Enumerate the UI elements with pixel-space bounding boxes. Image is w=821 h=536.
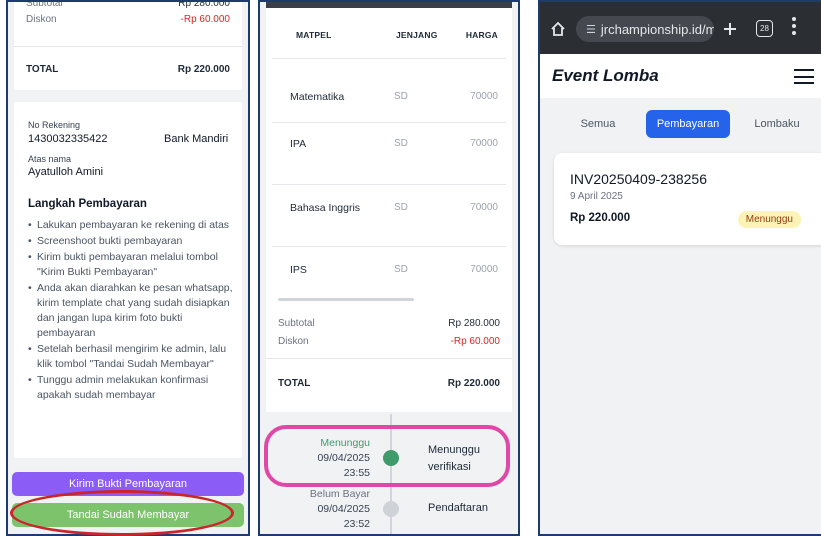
pink-highlight-annotation [264, 425, 510, 487]
subtotal-value: Rp 280.000 [178, 0, 230, 9]
url-text: jrchampionship.id/mem [600, 21, 714, 37]
row-level: SD [394, 264, 408, 275]
address-bar[interactable]: ☰ jrchampionship.id/mem [576, 16, 714, 42]
horizontal-scrollbar[interactable] [278, 298, 414, 301]
row-subject: IPA [290, 138, 307, 150]
row-level: SD [394, 202, 408, 213]
filter-tabs: Semua Pembayaran Lombaku [540, 110, 821, 138]
header-divider [272, 58, 506, 59]
subtotal-label: Subtotal [26, 0, 63, 9]
tab-switcher-icon[interactable]: 28 [756, 20, 773, 37]
timeline-item-unpaid: Belum Bayar 09/04/2025 23:52 [260, 487, 370, 532]
total-row: TOTAL Rp 220.000 [278, 378, 500, 389]
tab-all[interactable]: Semua [562, 110, 634, 138]
row-price: 70000 [470, 138, 498, 149]
invoice-number: INV20250409-238256 [570, 171, 708, 187]
discount-value: -Rp 60.000 [450, 336, 500, 347]
subtotal-row: Subtotal Rp 280.000 [26, 0, 230, 9]
total-value: Rp 220.000 [177, 64, 230, 75]
top-shadow [266, 2, 512, 8]
column-header-subject: MATPEL [296, 30, 332, 40]
payment-steps-list: Lakukan pembayaran ke rekening di atas S… [28, 218, 234, 404]
invoice-date: 9 April 2025 [570, 191, 623, 202]
discount-label: Diskon [26, 14, 57, 25]
timeline-status: Belum Bayar [309, 488, 370, 500]
overflow-menu-icon[interactable] [792, 17, 796, 39]
column-header-level: JENJANG [396, 30, 438, 40]
list-item: Tunggu admin melakukan konfirmasi apakah… [28, 373, 234, 403]
page-title: Event Lomba [552, 66, 659, 85]
timeline-date: 09/04/2025 [317, 503, 370, 515]
timeline-description: Pendaftaran [428, 502, 488, 514]
status-badge: Menunggu [737, 211, 801, 228]
list-item: Screenshoot bukti pembayaran [28, 234, 234, 249]
list-item: Lakukan pembayaran ke rekening di atas [28, 218, 234, 233]
bank-name: Bank Mandiri [164, 133, 229, 145]
discount-label: Diskon [278, 336, 309, 347]
total-row: TOTAL Rp 220.000 [26, 64, 230, 75]
new-tab-icon[interactable] [721, 20, 739, 38]
app-header: Event Lomba [540, 54, 821, 98]
total-value: Rp 220.000 [447, 378, 500, 389]
subtotal-row: Subtotal Rp 280.000 [278, 318, 500, 329]
row-divider [272, 122, 506, 123]
row-level: SD [394, 91, 408, 102]
timeline-dot-inactive [383, 501, 399, 517]
payment-instructions-panel: Subtotal Rp 280.000 Diskon -Rp 60.000 TO… [6, 0, 250, 536]
account-number-label: No Rekening [28, 120, 81, 130]
row-price: 70000 [470, 264, 498, 275]
row-price: 70000 [470, 91, 498, 102]
discount-row: Diskon -Rp 60.000 [26, 14, 230, 25]
list-item: Setelah berhasil mengirim ke admin, lalu… [28, 342, 234, 372]
row-subject: Matematika [290, 91, 345, 103]
account-name: Ayatulloh Amini [28, 166, 104, 178]
hamburger-menu-icon[interactable] [794, 69, 814, 84]
list-item: Anda akan diarahkan ke pesan whatsapp, k… [28, 281, 234, 341]
row-divider [272, 184, 506, 185]
home-icon[interactable] [550, 21, 566, 37]
order-summary-card: Subtotal Rp 280.000 Diskon -Rp 60.000 TO… [14, 2, 242, 90]
row-divider [272, 246, 506, 247]
subtotal-label: Subtotal [278, 318, 315, 329]
subtotal-value: Rp 280.000 [448, 318, 500, 329]
browser-toolbar: ☰ jrchampionship.id/mem 28 [540, 2, 821, 54]
discount-row: Diskon -Rp 60.000 [278, 336, 500, 347]
total-divider [266, 358, 512, 359]
tab-my-competitions[interactable]: Lombaku [742, 110, 812, 138]
timeline-time: 23:52 [343, 518, 370, 530]
divider [14, 46, 242, 47]
invoice-card[interactable]: INV20250409-238256 9 April 2025 Rp 220.0… [554, 153, 821, 245]
column-header-price: HARGA [465, 30, 498, 40]
row-level: SD [394, 138, 408, 149]
account-number: 1430032335422 [28, 133, 108, 145]
invoice-amount: Rp 220.000 [570, 212, 631, 224]
red-highlight-annotation [10, 490, 234, 536]
tab-payment[interactable]: Pembayaran [646, 110, 730, 138]
total-label: TOTAL [26, 64, 59, 75]
total-label: TOTAL [278, 378, 311, 389]
discount-value: -Rp 60.000 [180, 14, 230, 25]
list-item: Kirim bukti pembayaran melalui tombol "K… [28, 250, 234, 280]
mobile-browser-panel: ☰ jrchampionship.id/mem 28 Event Lomba S… [538, 0, 821, 536]
steps-title: Langkah Pembayaran [28, 198, 147, 210]
account-name-label: Atas nama [28, 154, 72, 164]
row-subject: Bahasa Inggris [290, 202, 361, 214]
row-subject: IPS [290, 264, 307, 276]
row-price: 70000 [470, 202, 498, 213]
site-settings-icon[interactable]: ☰ [586, 23, 596, 36]
